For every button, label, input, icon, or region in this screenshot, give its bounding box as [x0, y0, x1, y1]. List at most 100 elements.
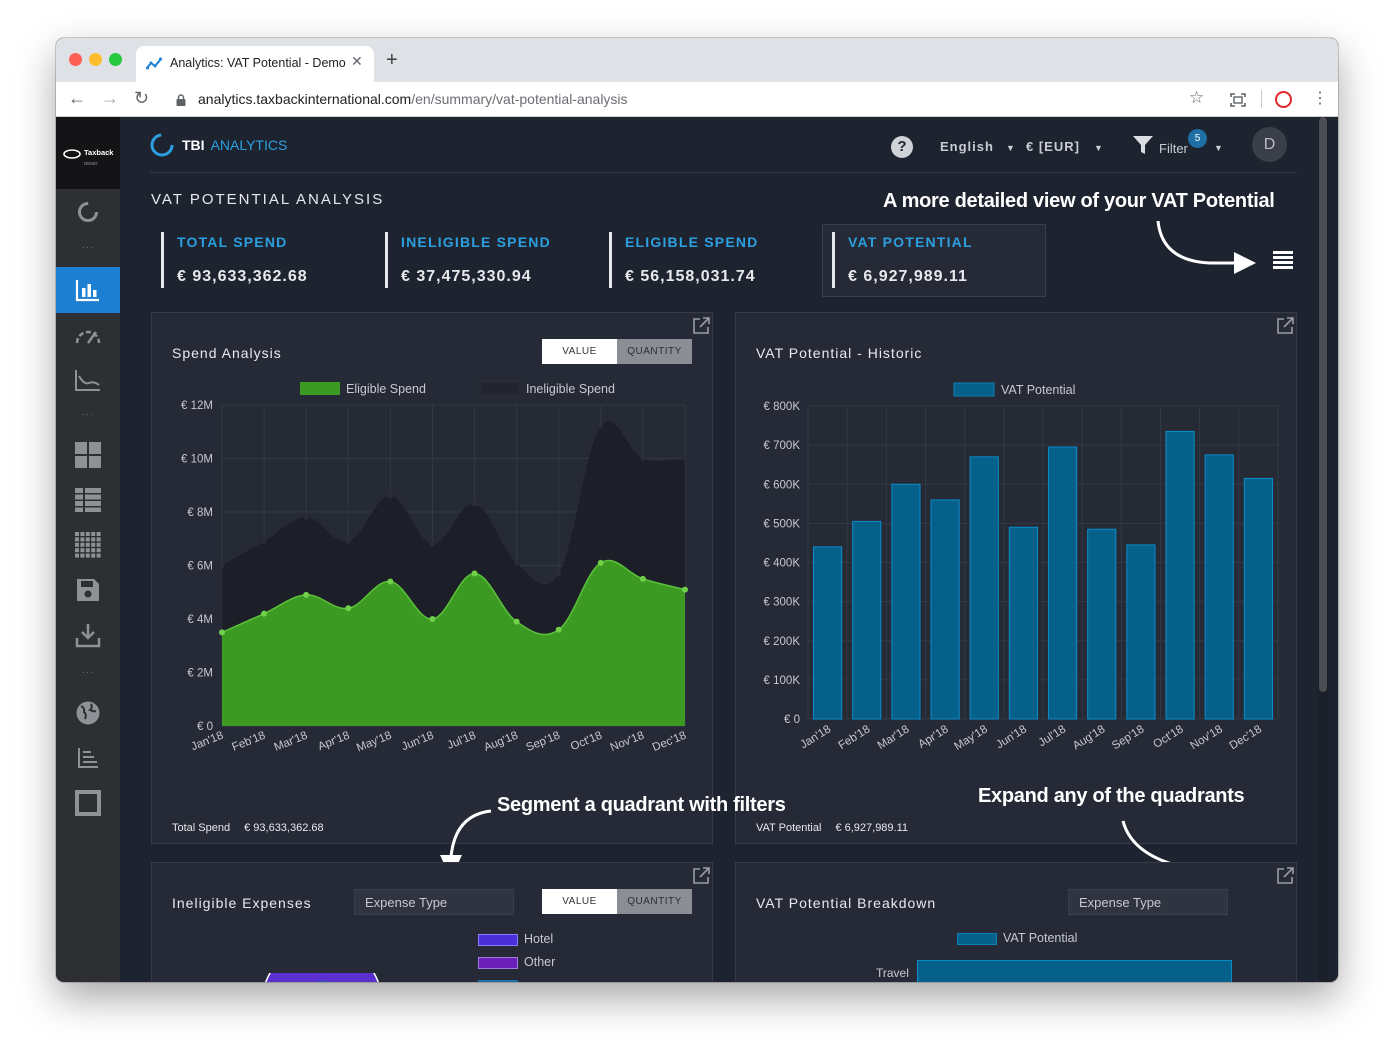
legend-swatch: [478, 979, 518, 982]
eligible-point: [555, 626, 562, 633]
spend-analysis-panel: Spend Analysis VALUE QUANTITY Eligible S…: [151, 312, 713, 844]
taxback-logo-mark: Taxback DEMO: [63, 148, 114, 166]
x-tick-label: Dec'18: [651, 730, 688, 754]
lock-icon: [176, 94, 186, 106]
logo-sub: DEMO: [84, 161, 98, 166]
expense-type-select[interactable]: Expense Type: [354, 889, 514, 915]
brand-analytics: ANALYTICS: [210, 137, 288, 153]
legend-item[interactable]: Hotel: [478, 932, 553, 946]
taxback-logo[interactable]: Taxback DEMO: [56, 117, 120, 189]
url-field[interactable]: analytics.taxbackinternational.com/en/su…: [198, 91, 628, 107]
expand-icon[interactable]: [1275, 866, 1295, 886]
annotation-arrow-icon: [1156, 220, 1256, 274]
sort-list-icon[interactable]: [56, 735, 120, 781]
matrix-cell: [96, 532, 101, 536]
ineligible-point: [682, 456, 688, 461]
page-scrollbar[interactable]: [1318, 117, 1328, 982]
table-icon[interactable]: [56, 477, 120, 523]
bar-chart-icon[interactable]: [56, 267, 120, 313]
detailed-list-icon[interactable]: [1273, 251, 1293, 270]
legend-swatch: [953, 382, 995, 397]
vat-bar: [891, 483, 921, 720]
legend-item[interactable]: [478, 978, 524, 982]
eligible-point: [345, 605, 352, 612]
eligible-point: [513, 618, 520, 625]
ineligible-point: [640, 456, 646, 461]
address-bar: ← → ↻ analytics.taxbackinternational.com…: [56, 82, 1338, 117]
tab-close-icon[interactable]: ✕: [351, 53, 363, 70]
currency-select[interactable]: € [EUR] ▼: [1026, 139, 1104, 154]
vat-breakdown-panel: VAT Potential Breakdown Expense Type VAT…: [735, 862, 1297, 982]
line-chart-icon[interactable]: [56, 357, 120, 403]
expand-icon[interactable]: [691, 866, 711, 886]
y-tick-label: € 12M: [181, 400, 213, 412]
matrix-cell: [75, 537, 79, 542]
y-tick-label: € 600K: [764, 479, 801, 491]
matrix-grid-icon[interactable]: [56, 522, 120, 568]
help-icon[interactable]: ?: [891, 136, 913, 158]
brand[interactable]: TBI ANALYTICS: [150, 133, 287, 157]
matrix-cell: [80, 553, 85, 558]
toggle-value-button[interactable]: VALUE: [542, 339, 617, 364]
x-tick-label: Sep'18: [1110, 723, 1146, 752]
expand-icon[interactable]: [1275, 316, 1295, 336]
matrix-cell: [91, 542, 96, 547]
legend-item[interactable]: Other: [478, 955, 555, 969]
minimize-window-button[interactable]: [89, 53, 102, 66]
globe-icon[interactable]: [56, 690, 120, 736]
sidebar-separator: ···: [81, 242, 95, 253]
maximize-window-button[interactable]: [109, 53, 122, 66]
back-icon[interactable]: ←: [68, 87, 86, 109]
bar-travel: [917, 960, 1232, 982]
save-icon[interactable]: [56, 567, 120, 613]
language-select[interactable]: English ▼: [940, 139, 1016, 154]
vat-bar: [1126, 544, 1156, 720]
toggle-quantity-button[interactable]: QUANTITY: [617, 889, 692, 914]
vat-bar: [1008, 526, 1039, 720]
matrix-cell: [85, 532, 90, 536]
new-tab-icon[interactable]: +: [386, 50, 398, 70]
expense-type-select[interactable]: Expense Type: [1068, 889, 1228, 915]
user-avatar[interactable]: D: [1252, 127, 1287, 162]
legend-label: Other: [524, 955, 556, 969]
kpi-label: ELIGIBLE SPEND: [625, 234, 759, 250]
close-window-button[interactable]: [69, 53, 82, 66]
x-tick-label: Jan'18: [190, 730, 226, 754]
x-tick-label: Apr'18: [316, 730, 351, 753]
browser-menu-icon[interactable]: ⋮: [1312, 88, 1328, 110]
ineligible-expenses-panel: Ineligible Expenses Expense Type VALUE Q…: [151, 862, 713, 982]
overview-icon[interactable]: [56, 189, 120, 235]
fullscreen-icon[interactable]: [56, 780, 120, 826]
legend-label: Hotel: [524, 932, 554, 946]
forward-icon[interactable]: →: [101, 87, 119, 109]
value-quantity-toggle[interactable]: VALUE QUANTITY: [542, 339, 692, 364]
header-divider: [150, 172, 1297, 173]
toggle-quantity-button[interactable]: QUANTITY: [617, 339, 692, 364]
browser-tab[interactable]: Analytics: VAT Potential - Demo ✕: [136, 46, 374, 82]
gauge-icon[interactable]: [56, 313, 120, 359]
legend-swatch: [957, 932, 997, 945]
kpi-vat-potential[interactable]: VAT POTENTIAL € 6,927,989.11: [832, 232, 1042, 288]
bookmark-star-icon[interactable]: ☆: [1189, 87, 1204, 109]
download-icon[interactable]: [56, 612, 120, 658]
y-tick-label: € 300K: [764, 597, 801, 609]
value-quantity-toggle[interactable]: VALUE QUANTITY: [542, 889, 692, 914]
reload-icon[interactable]: ↻: [134, 87, 149, 109]
expand-icon[interactable]: [691, 316, 711, 336]
kpi-label: VAT POTENTIAL: [848, 234, 973, 250]
ineligible-point: [219, 563, 225, 568]
eligible-point: [303, 591, 310, 598]
ineligible-point: [261, 538, 267, 544]
dashboard-grid-icon[interactable]: [56, 432, 120, 478]
analytics-favicon-icon: [146, 57, 162, 70]
toggle-value-button[interactable]: VALUE: [542, 889, 617, 914]
kpi-ineligible-spend: INELIGIBLE SPEND € 37,475,330.94: [385, 232, 595, 288]
vat-bar: [852, 520, 882, 720]
filter-button[interactable]: Filter 5 ▼: [1132, 129, 1223, 161]
eligible-point: [261, 610, 268, 617]
screenshot-icon[interactable]: [1230, 93, 1246, 107]
legend-item[interactable]: VAT Potential: [957, 931, 1077, 945]
legend-label: VAT Potential: [1003, 931, 1078, 945]
opera-extension-icon[interactable]: [1275, 91, 1292, 108]
scroll-thumb[interactable]: [1319, 117, 1327, 692]
